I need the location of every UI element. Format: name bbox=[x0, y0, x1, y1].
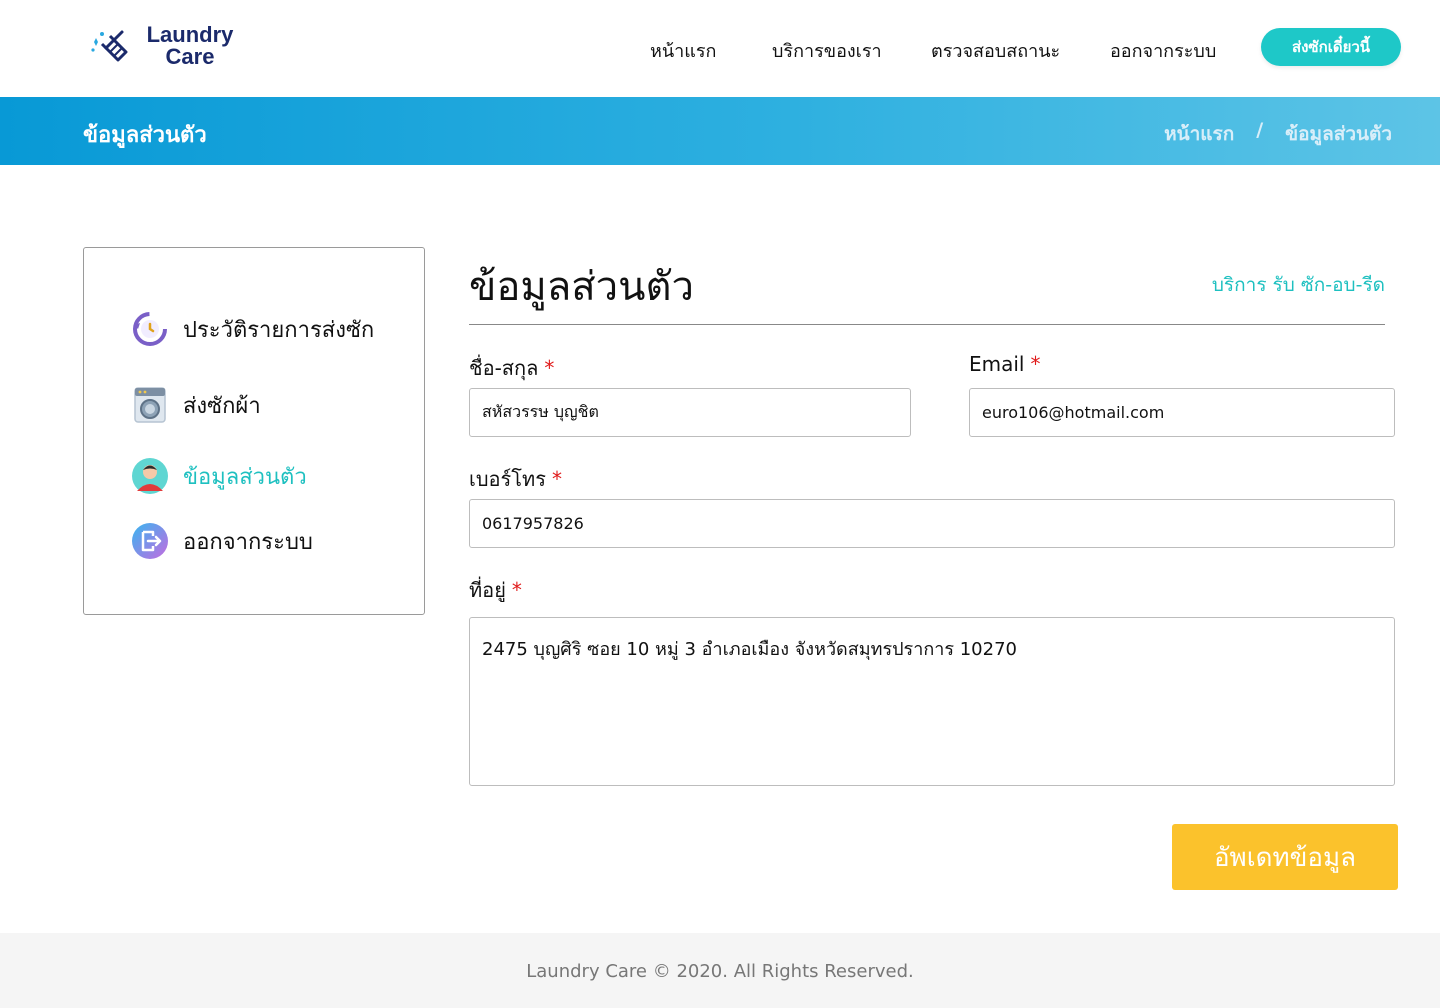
page-banner: ข้อมูลส่วนตัว หน้าแรก / ข้อมูลส่วนตัว bbox=[0, 97, 1440, 165]
history-icon bbox=[131, 310, 169, 348]
breadcrumb-home[interactable]: หน้าแรก bbox=[1164, 119, 1234, 149]
logo[interactable]: Laundry Care bbox=[88, 20, 248, 76]
address-textarea[interactable]: 2475 บุญศิริ ซอย 10 หมู่ 3 อำเภอเมือง จั… bbox=[469, 617, 1395, 786]
nav-services[interactable]: บริการของเรา bbox=[772, 36, 882, 65]
page-title: ข้อมูลส่วนตัว bbox=[469, 264, 694, 310]
name-field[interactable]: สหัสวรรษ บุญชิต bbox=[469, 388, 911, 437]
logout-icon bbox=[131, 522, 169, 560]
phone-label: เบอร์โทร * bbox=[469, 463, 562, 495]
email-field[interactable]: euro106@hotmail.com bbox=[969, 388, 1395, 437]
email-label: Email * bbox=[969, 352, 1041, 376]
title-divider bbox=[469, 324, 1385, 325]
user-avatar-icon bbox=[131, 457, 169, 495]
account-sidebar: ประวัติรายการส่งซัก ส่งซักผ้า ข้อมูลส่วน bbox=[83, 247, 425, 615]
email-label-text: Email bbox=[969, 352, 1025, 376]
phone-label-text: เบอร์โทร bbox=[469, 467, 546, 491]
logo-line-2: Care bbox=[165, 44, 215, 69]
sidebar-item-label: ประวัติรายการส่งซัก bbox=[183, 317, 375, 343]
washing-machine-icon bbox=[131, 386, 169, 424]
breadcrumb-separator: / bbox=[1256, 119, 1264, 141]
required-mark: * bbox=[511, 578, 522, 602]
nav-home[interactable]: หน้าแรก bbox=[650, 36, 716, 65]
sidebar-item-label: ออกจากระบบ bbox=[183, 529, 313, 555]
name-label: ชื่อ-สกุล * bbox=[469, 352, 554, 384]
required-mark: * bbox=[1030, 352, 1041, 376]
send-laundry-now-button[interactable]: ส่งซักเดี๋ยวนี้ bbox=[1261, 28, 1401, 66]
service-tagline: บริการ รับ ซัก-อบ-รีด bbox=[1211, 274, 1385, 296]
address-label-text: ที่อยู่ bbox=[469, 578, 506, 602]
banner-title: ข้อมูลส่วนตัว bbox=[83, 123, 207, 148]
breadcrumb: หน้าแรก / ข้อมูลส่วนตัว bbox=[1164, 119, 1392, 149]
sidebar-item-label: ส่งซักผ้า bbox=[183, 393, 261, 419]
sidebar-item-label: ข้อมูลส่วนตัว bbox=[183, 464, 307, 490]
phone-field[interactable]: 0617957826 bbox=[469, 499, 1395, 548]
site-footer: Laundry Care © 2020. All Rights Reserved… bbox=[0, 933, 1440, 1008]
nav-check-status[interactable]: ตรวจสอบสถานะ bbox=[931, 36, 1060, 65]
logo-line-1: Laundry bbox=[146, 22, 234, 47]
copyright-text: Laundry Care © 2020. All Rights Reserved… bbox=[526, 961, 914, 982]
nav-logout[interactable]: ออกจากระบบ bbox=[1110, 36, 1216, 65]
name-field-value: สหัสวรรษ บุญชิต bbox=[482, 402, 599, 421]
address-field-value: 2475 บุญศิริ ซอย 10 หมู่ 3 อำเภอเมือง จั… bbox=[482, 639, 1017, 660]
update-profile-button[interactable]: อัพเดทข้อมูล bbox=[1172, 824, 1398, 890]
logo-text: Laundry Care bbox=[142, 24, 238, 68]
required-mark: * bbox=[551, 467, 562, 491]
address-label: ที่อยู่ * bbox=[469, 574, 522, 606]
sidebar-item-logout[interactable]: ออกจากระบบ bbox=[131, 522, 313, 560]
site-header: Laundry Care หน้าแรก บริการของเรา ตรวจสอ… bbox=[0, 0, 1440, 96]
email-field-value: euro106@hotmail.com bbox=[982, 403, 1165, 422]
sidebar-item-send-laundry[interactable]: ส่งซักผ้า bbox=[131, 386, 261, 424]
laundry-logo-icon bbox=[91, 30, 128, 62]
sidebar-item-profile[interactable]: ข้อมูลส่วนตัว bbox=[131, 457, 307, 495]
name-label-text: ชื่อ-สกุล bbox=[469, 356, 539, 380]
breadcrumb-current: ข้อมูลส่วนตัว bbox=[1285, 123, 1392, 145]
sidebar-item-history[interactable]: ประวัติรายการส่งซัก bbox=[131, 310, 374, 348]
required-mark: * bbox=[544, 356, 555, 380]
phone-field-value: 0617957826 bbox=[482, 514, 584, 533]
